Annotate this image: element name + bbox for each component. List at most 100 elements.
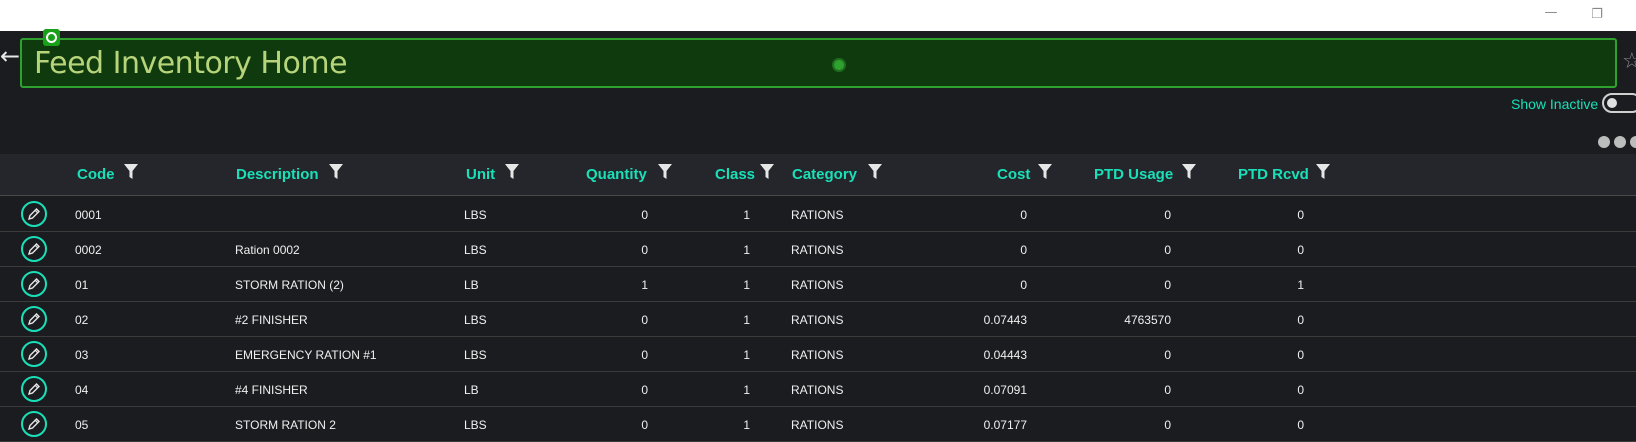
column-header-ptd-usage[interactable]: PTD Usage [1094,166,1173,186]
edit-pencil-icon[interactable] [21,341,47,367]
cell-category: RATIONS [791,383,844,397]
filter-icon[interactable] [1182,164,1196,180]
cell-ptd-usage: 0 [1164,243,1171,257]
edit-pencil-icon[interactable] [21,411,47,437]
column-header-class[interactable]: Class [715,166,755,186]
filter-icon[interactable] [1316,164,1330,180]
page-title: Feed Inventory Home [34,46,348,81]
cell-quantity: 0 [641,243,648,257]
table-row[interactable]: 03 EMERGENCY RATION #1 LBS 0 1 RATIONS 0.04443… [0,337,1636,372]
cell-class: 1 [743,348,750,362]
cell-class: 1 [743,313,750,327]
filter-icon[interactable] [868,164,882,180]
cell-code: 02 [75,313,89,327]
cell-unit: LBS [464,313,487,327]
grid-header: Code Description Unit Quantity Class Category… [0,154,1636,196]
cell-description: EMERGENCY RATION #1 [235,348,377,362]
table-row[interactable]: 01 STORM RATION (2) LB 1 1 RATIONS 0 0 1 [0,267,1636,302]
cell-code: 04 [75,383,89,397]
cell-class: 1 [743,418,750,432]
edit-pencil-icon[interactable] [21,236,47,262]
column-header-cost[interactable]: Cost [997,166,1030,186]
restore-button[interactable]: ❐ [1590,8,1604,22]
cell-ptd-rcvd: 0 [1297,243,1304,257]
cell-ptd-rcvd: 0 [1297,208,1304,222]
cell-category: RATIONS [791,348,844,362]
cell-code: 05 [75,418,89,432]
cell-quantity: 0 [641,348,648,362]
show-inactive-label: Show Inactive [1511,96,1599,112]
table-row[interactable]: 02 #2 FINISHER LBS 0 1 RATIONS 0.07443 4763570 0 [0,302,1636,337]
toggle-knob [1607,98,1617,108]
table-row[interactable]: 04 #4 FINISHER LB 0 1 RATIONS 0.07091 0 0 [0,372,1636,407]
edit-pencil-icon[interactable] [21,201,47,227]
cell-class: 1 [743,208,750,222]
table-row[interactable]: 0002 Ration 0002 LBS 0 1 RATIONS 0 0 0 [0,232,1636,267]
cell-code: 03 [75,348,89,362]
column-header-ptd-rcvd[interactable]: PTD Rcvd [1238,166,1309,186]
cell-quantity: 1 [641,278,648,292]
cell-description: STORM RATION (2) [235,278,344,292]
filter-icon[interactable] [760,164,774,180]
show-inactive-toggle[interactable] [1602,93,1636,113]
minimize-button[interactable]: — [1544,6,1558,20]
cell-cost: 0 [1020,208,1027,222]
filter-icon[interactable] [658,164,672,180]
cell-unit: LBS [464,208,487,222]
cell-quantity: 0 [641,208,648,222]
cell-category: RATIONS [791,278,844,292]
cell-code: 01 [75,278,89,292]
window-titlebar: — ❐ [0,0,1636,31]
cell-description: Ration 0002 [235,243,300,257]
column-header-category[interactable]: Category [792,166,857,186]
cell-cost: 0 [1020,243,1027,257]
column-header-description[interactable]: Description [236,166,319,186]
filter-icon[interactable] [329,164,343,180]
cell-unit: LB [464,278,479,292]
cell-category: RATIONS [791,313,844,327]
cell-description: #4 FINISHER [235,383,308,397]
cell-class: 1 [743,243,750,257]
cell-description: STORM RATION 2 [235,418,336,432]
cell-ptd-rcvd: 0 [1297,348,1304,362]
table-row[interactable]: 05 STORM RATION 2 LBS 0 1 RATIONS 0.07177 0 0 [0,407,1636,442]
cell-class: 1 [743,278,750,292]
back-arrow-icon[interactable]: ← [0,44,20,68]
filter-icon[interactable] [1038,164,1052,180]
filter-icon[interactable] [505,164,519,180]
cell-description: #2 FINISHER [235,313,308,327]
edit-pencil-icon[interactable] [21,271,47,297]
cell-class: 1 [743,383,750,397]
column-header-quantity[interactable]: Quantity [586,166,647,186]
cell-ptd-usage: 0 [1164,208,1171,222]
filter-icon[interactable] [124,164,138,180]
edit-pencil-icon[interactable] [21,306,47,332]
more-options-icon[interactable] [1598,134,1636,150]
cell-ptd-usage: 4763570 [1124,313,1171,327]
recorder-dot-icon [834,60,844,70]
cell-ptd-usage: 0 [1164,383,1171,397]
cell-quantity: 0 [641,383,648,397]
edit-pencil-icon[interactable] [21,376,47,402]
cell-cost: 0.07443 [983,313,1027,327]
column-header-unit[interactable]: Unit [466,166,495,186]
recorder-badge-icon [43,29,60,46]
cell-quantity: 0 [641,313,648,327]
cell-ptd-usage: 0 [1164,348,1171,362]
cell-unit: LBS [464,418,487,432]
cell-category: RATIONS [791,418,844,432]
cell-ptd-rcvd: 1 [1297,278,1304,292]
cell-unit: LBS [464,348,487,362]
favorite-star-icon[interactable]: ☆ [1622,49,1636,74]
cell-unit: LB [464,383,479,397]
app-content: ← Feed Inventory Home ☆ Show Inactive Co… [0,29,1636,442]
cell-code: 0002 [75,243,102,257]
cell-code: 0001 [75,208,102,222]
cell-unit: LBS [464,243,487,257]
cell-cost: 0 [1020,278,1027,292]
table-row[interactable]: 0001 LBS 0 1 RATIONS 0 0 0 [0,197,1636,232]
page-title-box: Feed Inventory Home [20,29,1617,88]
cell-ptd-rcvd: 0 [1297,418,1304,432]
column-header-code[interactable]: Code [77,166,115,186]
cell-cost: 0.07091 [983,383,1027,397]
